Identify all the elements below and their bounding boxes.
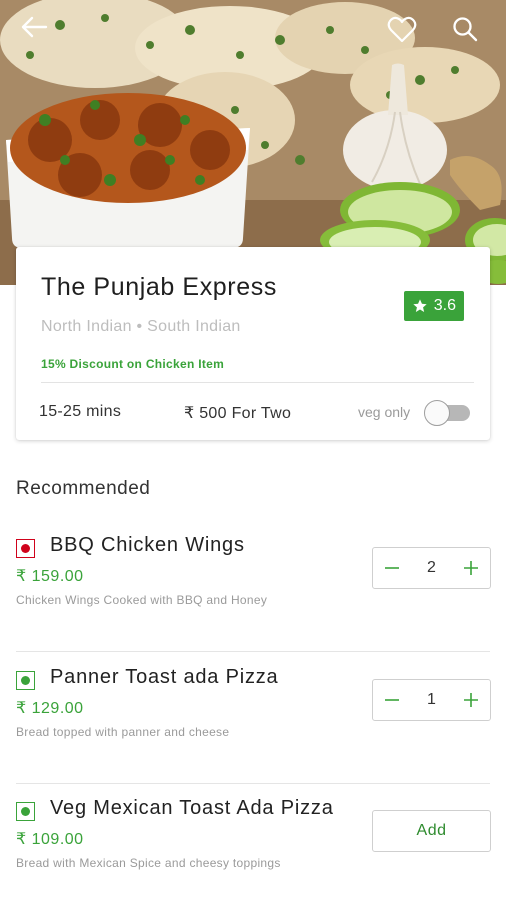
item-price: ₹ 159.00 [16, 568, 84, 585]
restaurant-hero-image [0, 0, 506, 285]
quantity-stepper: 1 [372, 679, 491, 721]
arrow-left-icon [21, 16, 48, 38]
item-description: Bread topped with panner and cheese [16, 725, 230, 739]
price-for-two: ₹ 500 For Two [184, 405, 292, 422]
quantity-value: 2 [427, 559, 436, 576]
rating-badge: 3.6 [403, 291, 464, 321]
menu-item: BBQ Chicken Wings ₹ 159.00 Chicken Wings… [0, 520, 506, 652]
quantity-stepper: 2 [372, 547, 491, 589]
heart-outline-icon [387, 16, 417, 43]
back-button[interactable] [20, 16, 56, 52]
item-price: ₹ 129.00 [16, 700, 84, 717]
restaurant-cuisines: North Indian • South Indian [41, 318, 241, 335]
add-to-cart-button[interactable]: Add [372, 810, 491, 852]
restaurant-info-card: The Punjab Express North Indian • South … [16, 247, 490, 440]
minus-icon [385, 567, 399, 569]
search-button[interactable] [452, 16, 488, 52]
item-description: Chicken Wings Cooked with BBQ and Honey [16, 593, 268, 607]
increment-button[interactable] [460, 557, 482, 579]
indicator-dot [20, 543, 30, 553]
delivery-time: 15-25 mins [39, 403, 122, 420]
nonveg-indicator-icon [16, 539, 35, 558]
plus-icon [464, 561, 478, 575]
item-name: Panner Toast ada Pizza [50, 666, 279, 688]
card-divider [41, 382, 474, 383]
veg-only-toggle[interactable] [422, 400, 470, 426]
veg-only-label: veg only [358, 404, 411, 420]
increment-button[interactable] [460, 689, 482, 711]
menu-item: Panner Toast ada Pizza ₹ 129.00 Bread to… [0, 652, 506, 784]
item-name: BBQ Chicken Wings [50, 534, 245, 556]
food-photo-illustration [0, 0, 506, 285]
menu-item: Veg Mexican Toast Ada Pizza ₹ 109.00 Bre… [0, 783, 506, 900]
quantity-value: 1 [427, 691, 436, 708]
star-icon [413, 299, 427, 312]
item-name: Veg Mexican Toast Ada Pizza [50, 797, 334, 819]
veg-indicator-icon [16, 802, 35, 821]
section-title-recommended: Recommended [16, 478, 151, 499]
decrement-button[interactable] [381, 689, 403, 711]
item-price: ₹ 109.00 [16, 831, 84, 848]
rating-value: 3.6 [433, 297, 456, 314]
veg-indicator-icon [16, 671, 35, 690]
discount-offer: 15% Discount on Chicken Item [41, 357, 225, 371]
indicator-dot [20, 806, 30, 816]
decrement-button[interactable] [381, 557, 403, 579]
indicator-dot [20, 675, 30, 685]
favorite-button[interactable] [387, 16, 423, 52]
search-icon [453, 17, 478, 42]
plus-icon [464, 693, 478, 707]
minus-icon [385, 699, 399, 701]
item-description: Bread with Mexican Spice and cheesy topp… [16, 856, 281, 870]
toggle-knob [424, 400, 450, 426]
restaurant-name: The Punjab Express [41, 273, 277, 301]
